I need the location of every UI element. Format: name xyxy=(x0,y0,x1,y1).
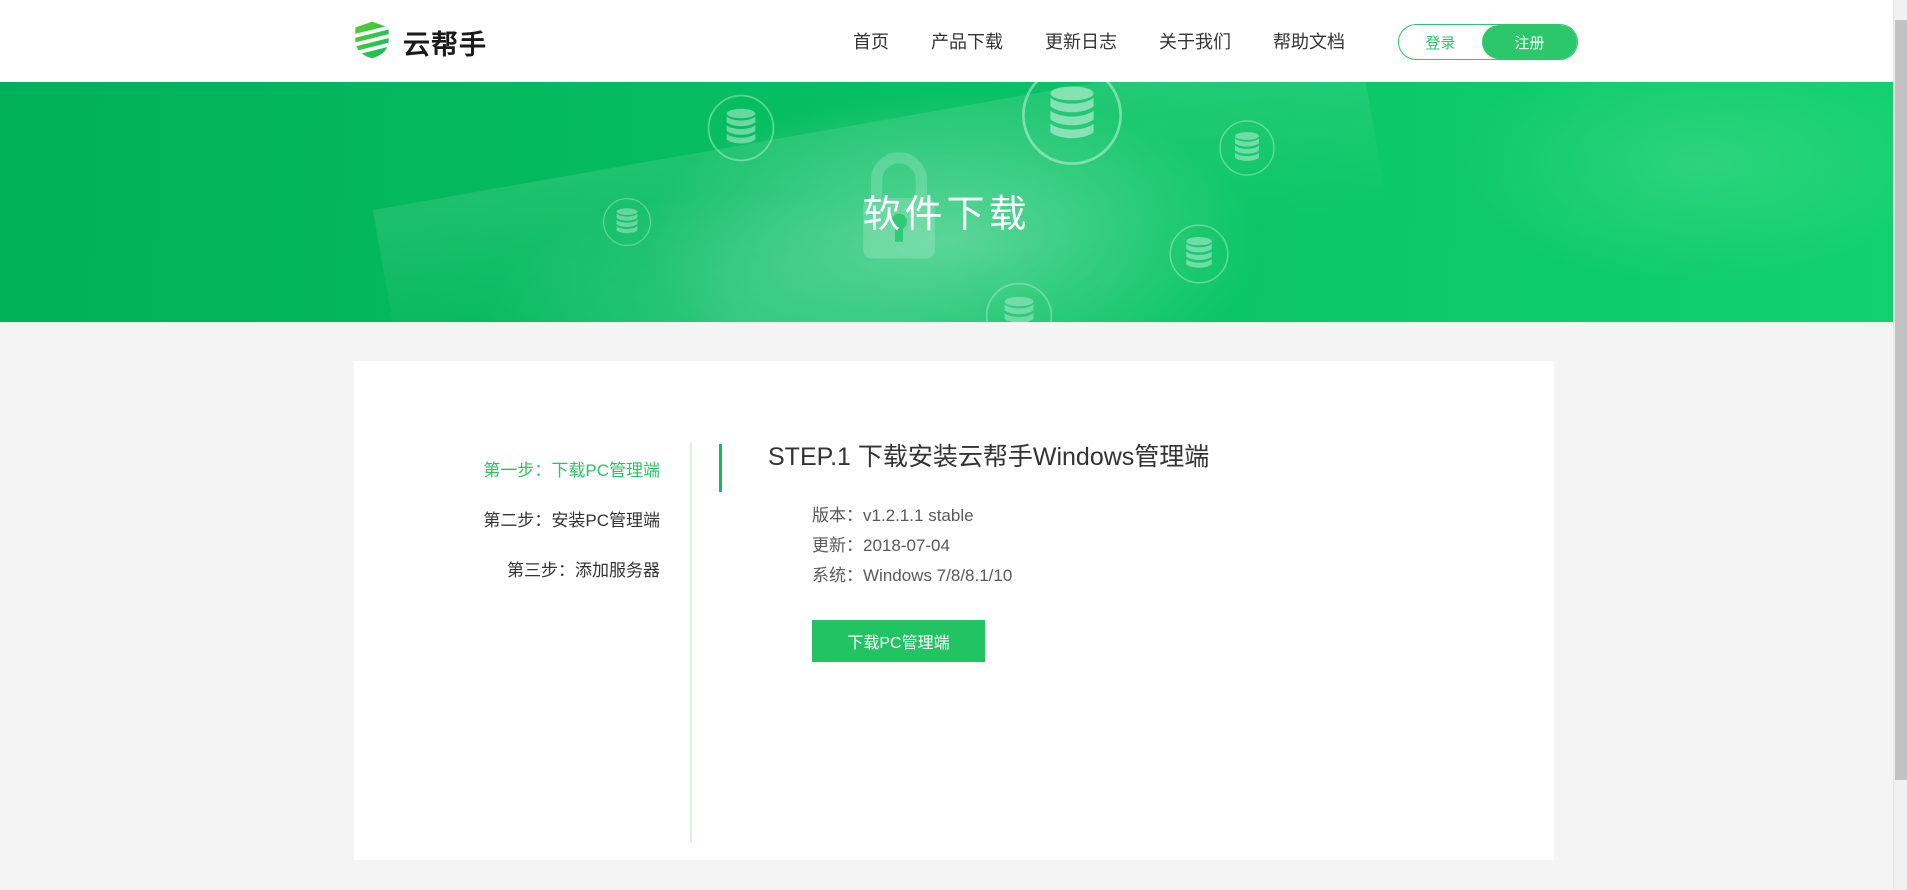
vertical-scrollbar xyxy=(1893,0,1907,890)
database-icon xyxy=(1018,82,1126,169)
main-nav: 首页 产品下载 更新日志 关于我们 帮助文档 xyxy=(853,0,1345,82)
hero-banner: 软件下载 xyxy=(0,82,1893,322)
scrollbar-thumb[interactable] xyxy=(1895,20,1907,780)
nav-item-changelog[interactable]: 更新日志 xyxy=(1045,28,1117,54)
database-icon xyxy=(705,92,777,164)
download-details: 版本：v1.2.1.1 stable 更新：2018-07-04 系统：Wind… xyxy=(812,501,1012,591)
header: 云帮手 首页 产品下载 更新日志 关于我们 帮助文档 登录 注册 xyxy=(0,0,1893,82)
auth-pill: 登录 注册 xyxy=(1398,24,1578,60)
database-icon xyxy=(983,280,1055,322)
step-item-add-server[interactable]: 第三步：添加服务器 xyxy=(354,543,690,593)
download-card: 第一步：下载PC管理端 第二步：安装PC管理端 第三步：添加服务器 STEP.1… xyxy=(354,361,1554,860)
login-button[interactable]: 登录 xyxy=(1399,25,1482,59)
hero-right-highlight xyxy=(1450,82,1893,282)
register-button[interactable]: 注册 xyxy=(1482,25,1577,59)
step-item-download-pc-client[interactable]: 第一步：下载PC管理端 xyxy=(354,443,722,493)
version-line: 版本：v1.2.1.1 stable xyxy=(812,506,974,525)
nav-item-home[interactable]: 首页 xyxy=(853,28,889,54)
steps-nav: 第一步：下载PC管理端 第二步：安装PC管理端 第三步：添加服务器 xyxy=(354,443,722,843)
system-line: 系统：Windows 7/8/8.1/10 xyxy=(812,566,1013,585)
step-item-install-pc-client[interactable]: 第二步：安装PC管理端 xyxy=(354,493,690,543)
step-heading: STEP.1 下载安装云帮手Windows管理端 xyxy=(768,443,1210,471)
brand-logo[interactable]: 云帮手 xyxy=(352,20,487,65)
shield-logo-icon xyxy=(352,20,392,65)
database-icon xyxy=(1217,118,1277,178)
brand-name: 云帮手 xyxy=(403,30,487,60)
nav-item-about[interactable]: 关于我们 xyxy=(1159,28,1231,54)
download-pc-client-button[interactable]: 下载PC管理端 xyxy=(812,620,985,662)
updated-line: 更新：2018-07-04 xyxy=(812,536,950,555)
nav-item-help-docs[interactable]: 帮助文档 xyxy=(1273,28,1345,54)
nav-item-downloads[interactable]: 产品下载 xyxy=(931,28,1003,54)
page-title: 软件下载 xyxy=(862,194,1031,236)
